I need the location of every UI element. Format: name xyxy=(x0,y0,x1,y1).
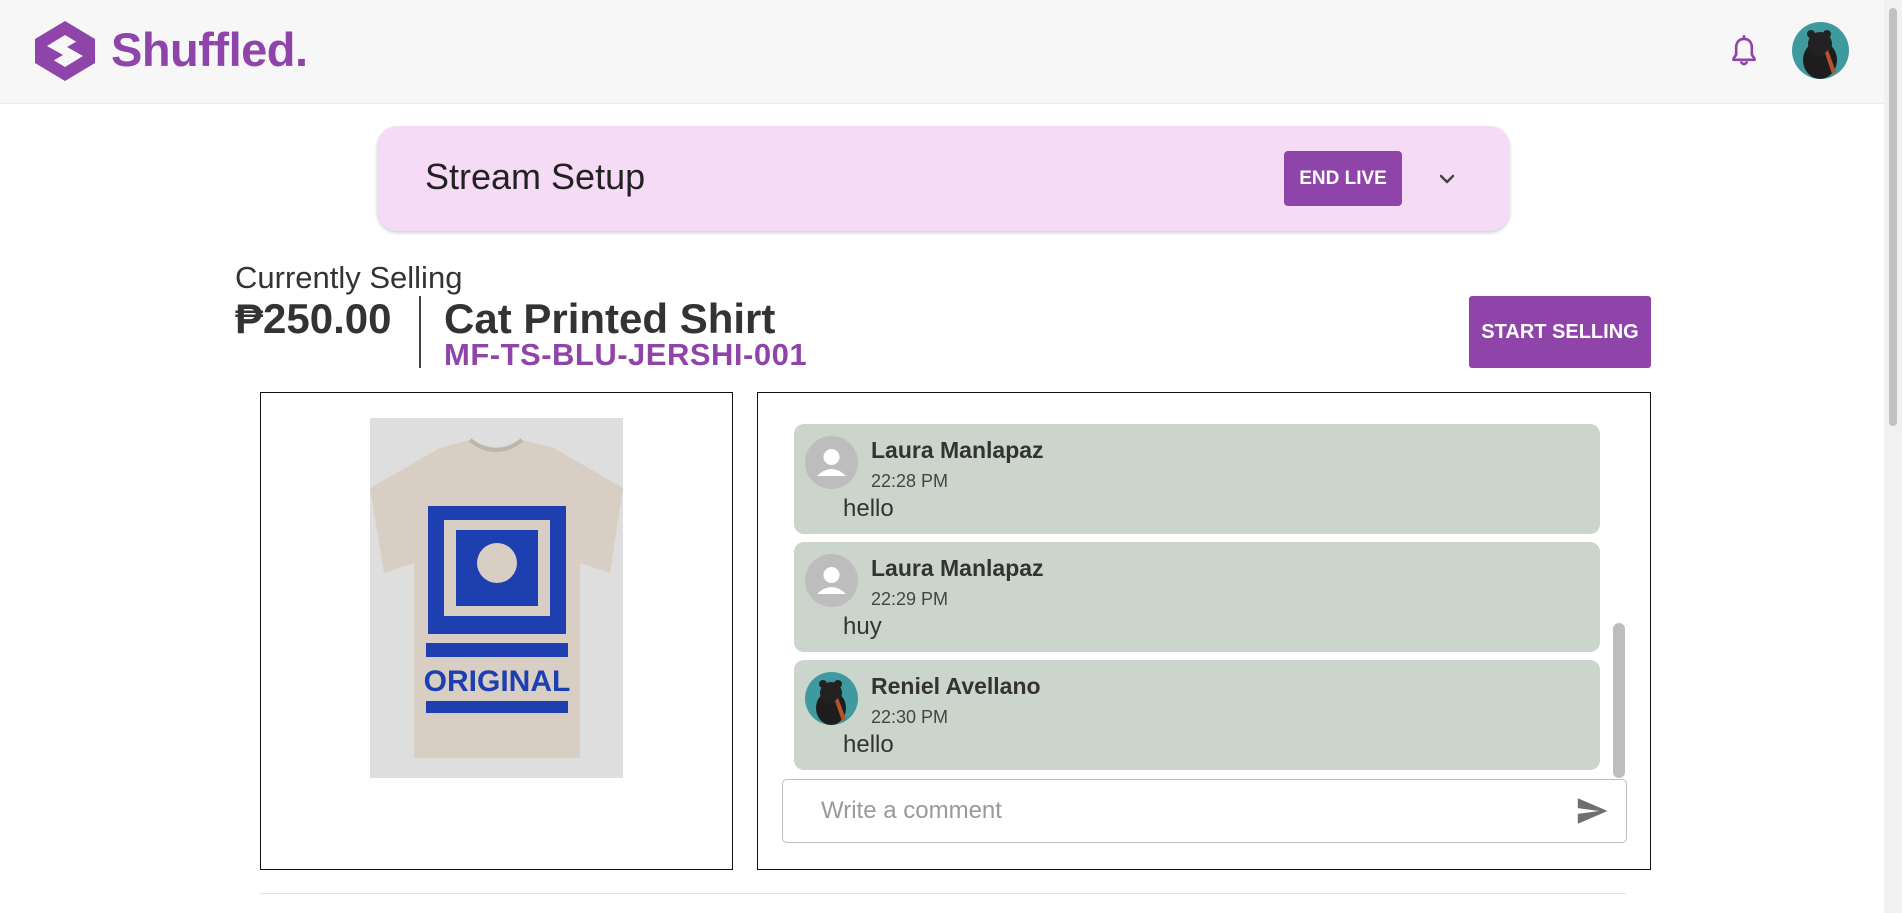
bottom-divider xyxy=(260,893,1626,894)
stream-setup-title: Stream Setup xyxy=(425,156,646,197)
chat-message: Reniel Avellano 22:30 PM hello xyxy=(794,660,1600,770)
chat-time: 22:30 PM xyxy=(871,707,949,727)
brand-name[interactable]: Shuffled. xyxy=(111,20,308,80)
chat-author: Laura Manlapaz xyxy=(871,437,1044,463)
chat-text: hello xyxy=(843,731,894,758)
shuffled-logo-icon[interactable] xyxy=(33,19,97,83)
default-user-icon xyxy=(805,554,858,607)
app-header: Shuffled. xyxy=(0,0,1884,104)
chat-text: huy xyxy=(843,613,882,640)
product-sku: MF-TS-BLU-JERSHI-001 xyxy=(444,337,808,372)
default-user-icon xyxy=(805,436,858,489)
chat-message: Laura Manlapaz 22:29 PM huy xyxy=(794,542,1600,652)
product-image: ORIGINAL xyxy=(370,418,623,778)
product-price: ₱250.00 xyxy=(235,295,392,342)
chat-time: 22:28 PM xyxy=(871,471,949,491)
bell-icon[interactable] xyxy=(1728,35,1760,69)
comment-box xyxy=(782,779,1627,843)
chat-text: hello xyxy=(843,495,894,522)
product-image-panel: ORIGINAL xyxy=(260,392,733,870)
page-scrollbar-thumb[interactable] xyxy=(1889,8,1897,426)
live-chat-panel: Laura Manlapaz 22:28 PM hello Laura Manl… xyxy=(757,392,1651,870)
comment-input[interactable] xyxy=(795,788,1583,834)
price-divider xyxy=(419,296,421,368)
chat-author: Reniel Avellano xyxy=(871,673,1041,699)
send-icon[interactable] xyxy=(1573,794,1611,828)
chat-time: 22:29 PM xyxy=(871,589,949,609)
shirt-print-text: ORIGINAL xyxy=(424,665,571,698)
chat-author: Laura Manlapaz xyxy=(871,555,1044,581)
chevron-down-icon[interactable] xyxy=(1432,164,1462,194)
chat-scrollbar-thumb[interactable] xyxy=(1613,623,1625,778)
user-photo xyxy=(805,672,858,725)
chat-message: Laura Manlapaz 22:28 PM hello xyxy=(794,424,1600,534)
tshirt-illustration: ORIGINAL xyxy=(370,438,623,758)
start-selling-button[interactable]: START SELLING xyxy=(1469,296,1651,368)
user-avatar[interactable] xyxy=(1792,22,1849,79)
stream-setup-panel: Stream Setup END LIVE xyxy=(377,126,1510,231)
avatar-illustration xyxy=(1803,30,1837,79)
end-live-button[interactable]: END LIVE xyxy=(1284,151,1402,206)
page-scrollbar[interactable] xyxy=(1884,0,1902,913)
